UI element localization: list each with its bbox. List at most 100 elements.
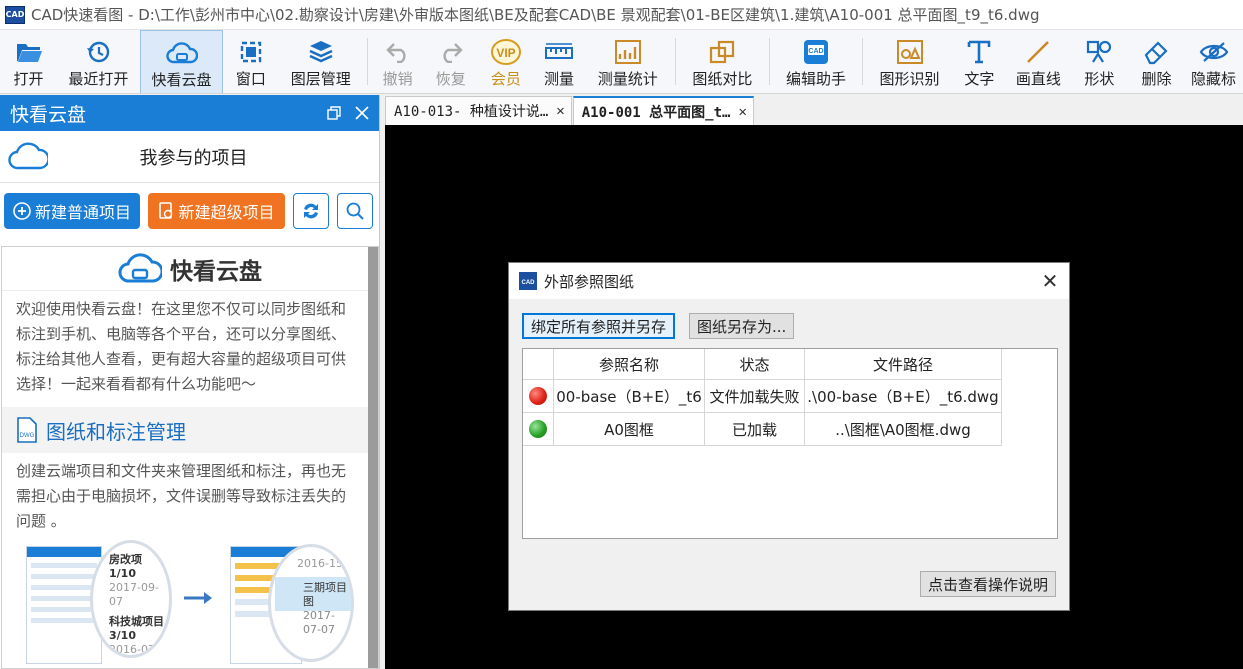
projects-bar: 我参与的项目 xyxy=(0,131,379,183)
eye-hide-icon xyxy=(1199,38,1229,66)
tab-label: A10-001 总平面图_t… xyxy=(581,104,731,121)
phone-row xyxy=(31,618,97,623)
window-button[interactable]: 窗口 xyxy=(223,30,278,93)
toolbar-separator xyxy=(675,38,677,85)
app-logo-icon: CAD xyxy=(5,5,25,24)
cloud-icon xyxy=(165,39,198,67)
cloud-outline-icon xyxy=(8,142,48,172)
panel-scrollbar[interactable] xyxy=(368,247,378,668)
column-header[interactable]: 参照名称 xyxy=(554,349,705,380)
status-cell xyxy=(523,413,554,446)
close-panel-icon[interactable] xyxy=(351,102,373,124)
line-icon xyxy=(1025,38,1051,66)
new-super-project-button[interactable]: 新建超级项目 xyxy=(148,192,285,229)
cloud-drive-button[interactable]: 快看云盘 xyxy=(139,30,224,93)
dialog-title: 外部参照图纸 xyxy=(544,272,635,291)
cloud-hero-title: 快看云盘 xyxy=(170,258,262,285)
super-project-icon xyxy=(159,201,173,219)
open-button[interactable]: 打开 xyxy=(0,30,57,93)
hide-annotation-button[interactable]: 隐藏标 xyxy=(1184,30,1243,93)
title-bar: CAD CAD快速看图 - D:\工作\彭州市中心\02.勘察设计\房建\外审版… xyxy=(0,0,1243,30)
column-header[interactable]: 状态 xyxy=(705,349,805,380)
magnifier-right: 2016-15 三期项目图 2017-07-07 xyxy=(268,544,354,662)
close-tab-icon[interactable]: ✕ xyxy=(738,104,746,120)
highlighted-folder: 三期项目图 2017-07-07 xyxy=(275,577,351,636)
layer-manage-button[interactable]: 图层管理 xyxy=(278,30,363,93)
close-tab-icon[interactable]: ✕ xyxy=(556,103,564,119)
history-icon xyxy=(85,38,111,66)
illustration-item-date: 2017-09-07 xyxy=(109,581,159,608)
measure-stats-icon xyxy=(614,38,642,66)
section-title: DWG 图纸和标注管理 xyxy=(2,407,368,453)
intro-text: 欢迎使用快看云盘！在这里您不仅可以同步图纸和标注到手机、电脑等各个平台，还可以分… xyxy=(16,300,347,393)
app-logo-icon: CAD xyxy=(519,272,537,290)
illustration-item-count: 1/10 xyxy=(109,567,136,580)
bind-all-save-button[interactable]: 绑定所有参照并另存 xyxy=(522,313,676,339)
ref-status-cell: 文件加载失败 xyxy=(705,380,805,413)
tab-a10-013[interactable]: A10-013- 种植设计说… ✕ xyxy=(385,96,572,125)
my-projects-title: 我参与的项目 xyxy=(139,147,248,169)
table-row[interactable]: A0图框 已加载 ..\图框\A0图框.dwg xyxy=(523,413,1057,446)
illustration-item-name: 三期项目图 xyxy=(303,581,347,608)
close-dialog-icon[interactable]: ✕ xyxy=(1031,263,1069,299)
project-actions: 新建普通项目 新建超级项目 xyxy=(0,183,379,238)
vip-icon-text: VIP xyxy=(496,46,515,60)
status-loaded-icon xyxy=(529,420,547,438)
search-icon xyxy=(346,202,364,220)
undo-button[interactable]: 撤销 xyxy=(372,30,423,93)
text-button[interactable]: 文字 xyxy=(952,30,1007,93)
sync-button[interactable] xyxy=(293,192,329,229)
cloud-hero: 快看云盘 xyxy=(2,247,378,291)
shape-recognize-button[interactable]: 图形识别 xyxy=(867,30,952,93)
xref-dialog: CAD 外部参照图纸 ✕ 绑定所有参照并另存 图纸另存为... 参照名称 状态 … xyxy=(508,262,1070,611)
new-normal-project-button[interactable]: 新建普通项目 xyxy=(4,192,140,229)
ruler-icon xyxy=(544,38,574,66)
help-instructions-button[interactable]: 点击查看操作说明 xyxy=(919,571,1056,597)
drawing-compare-button[interactable]: 图纸对比 xyxy=(680,30,765,93)
illustration-item-name: 房改项 xyxy=(109,553,142,566)
table-row[interactable]: 00-base（B+E）_t6 文件加载失败 .\00-base（B+E）_t6… xyxy=(523,380,1057,413)
undo-icon xyxy=(385,38,411,66)
new-super-project-label: 新建超级项目 xyxy=(178,202,275,222)
tab-a10-001[interactable]: A10-001 总平面图_t… ✕ xyxy=(572,96,754,125)
phone-row xyxy=(31,585,97,590)
phone-row xyxy=(31,596,97,601)
cloud-intro-content: 快看云盘 欢迎使用快看云盘！在这里您不仅可以同步图纸和标注到手机、电脑等各个平台… xyxy=(1,246,379,669)
recent-open-button[interactable]: 最近打开 xyxy=(57,30,140,93)
feature-illustration: 房改项 1/10 2017-09-07 科技城项目 3/10 2016-07-1… xyxy=(2,540,368,668)
section-title-label: 图纸和标注管理 xyxy=(46,419,186,444)
delete-button[interactable]: 删除 xyxy=(1129,30,1184,93)
window-title: CAD快速看图 - D:\工作\彭州市中心\02.勘察设计\房建\外审版本图纸\… xyxy=(31,6,1040,24)
table-header: 参照名称 状态 文件路径 xyxy=(523,349,1057,380)
cloud-drive-icon xyxy=(118,252,162,282)
column-header[interactable]: 文件路径 xyxy=(805,349,1002,380)
new-normal-project-label: 新建普通项目 xyxy=(34,202,131,222)
main-toolbar: 打开 最近打开 快看云盘 窗口 图层管理 撤销 恢复 VIP 会员 测量 测量统… xyxy=(0,30,1243,94)
measure-button[interactable]: 测量 xyxy=(533,30,584,93)
window-icon xyxy=(239,38,263,66)
ref-path-cell: .\00-base（B+E）_t6.dwg xyxy=(805,380,1002,413)
ref-name-cell: A0图框 xyxy=(554,413,705,446)
restore-panel-icon[interactable] xyxy=(323,102,345,124)
ref-status-cell: 已加载 xyxy=(705,413,805,446)
redo-button[interactable]: 恢复 xyxy=(423,30,478,93)
document-tabs: A10-013- 种植设计说… ✕ A10-001 总平面图_t… ✕ xyxy=(385,95,1243,125)
shape-recognize-icon xyxy=(896,38,924,66)
section-body: 创建云端项目和文件夹来管理图纸和标注，再也无需担心由于电脑损坏，文件误删等导致标… xyxy=(16,462,347,530)
save-drawing-as-button[interactable]: 图纸另存为... xyxy=(689,313,795,339)
draw-line-button[interactable]: 画直线 xyxy=(1007,30,1070,93)
sync-icon xyxy=(304,203,318,218)
shapes-button[interactable]: 形状 xyxy=(1070,30,1129,93)
illustration-item-date: 2017-07-07 xyxy=(303,609,335,636)
measure-stats-button[interactable]: 测量统计 xyxy=(585,30,672,93)
search-button[interactable] xyxy=(337,192,373,229)
vip-member-button[interactable]: VIP 会员 xyxy=(478,30,533,93)
xref-table: 参照名称 状态 文件路径 00-base（B+E）_t6 文件加载失败 .\00… xyxy=(522,348,1058,539)
magnifier-left: 房改项 1/10 2017-09-07 科技城项目 3/10 2016-07-1 xyxy=(90,540,172,658)
dwg-icon-text: DWG xyxy=(20,433,35,439)
phone-header xyxy=(27,547,101,557)
status-cell xyxy=(523,380,554,413)
edit-assistant-button[interactable]: CAD 编辑助手 xyxy=(774,30,859,93)
layers-icon xyxy=(308,38,334,66)
shapes-icon xyxy=(1085,38,1113,66)
